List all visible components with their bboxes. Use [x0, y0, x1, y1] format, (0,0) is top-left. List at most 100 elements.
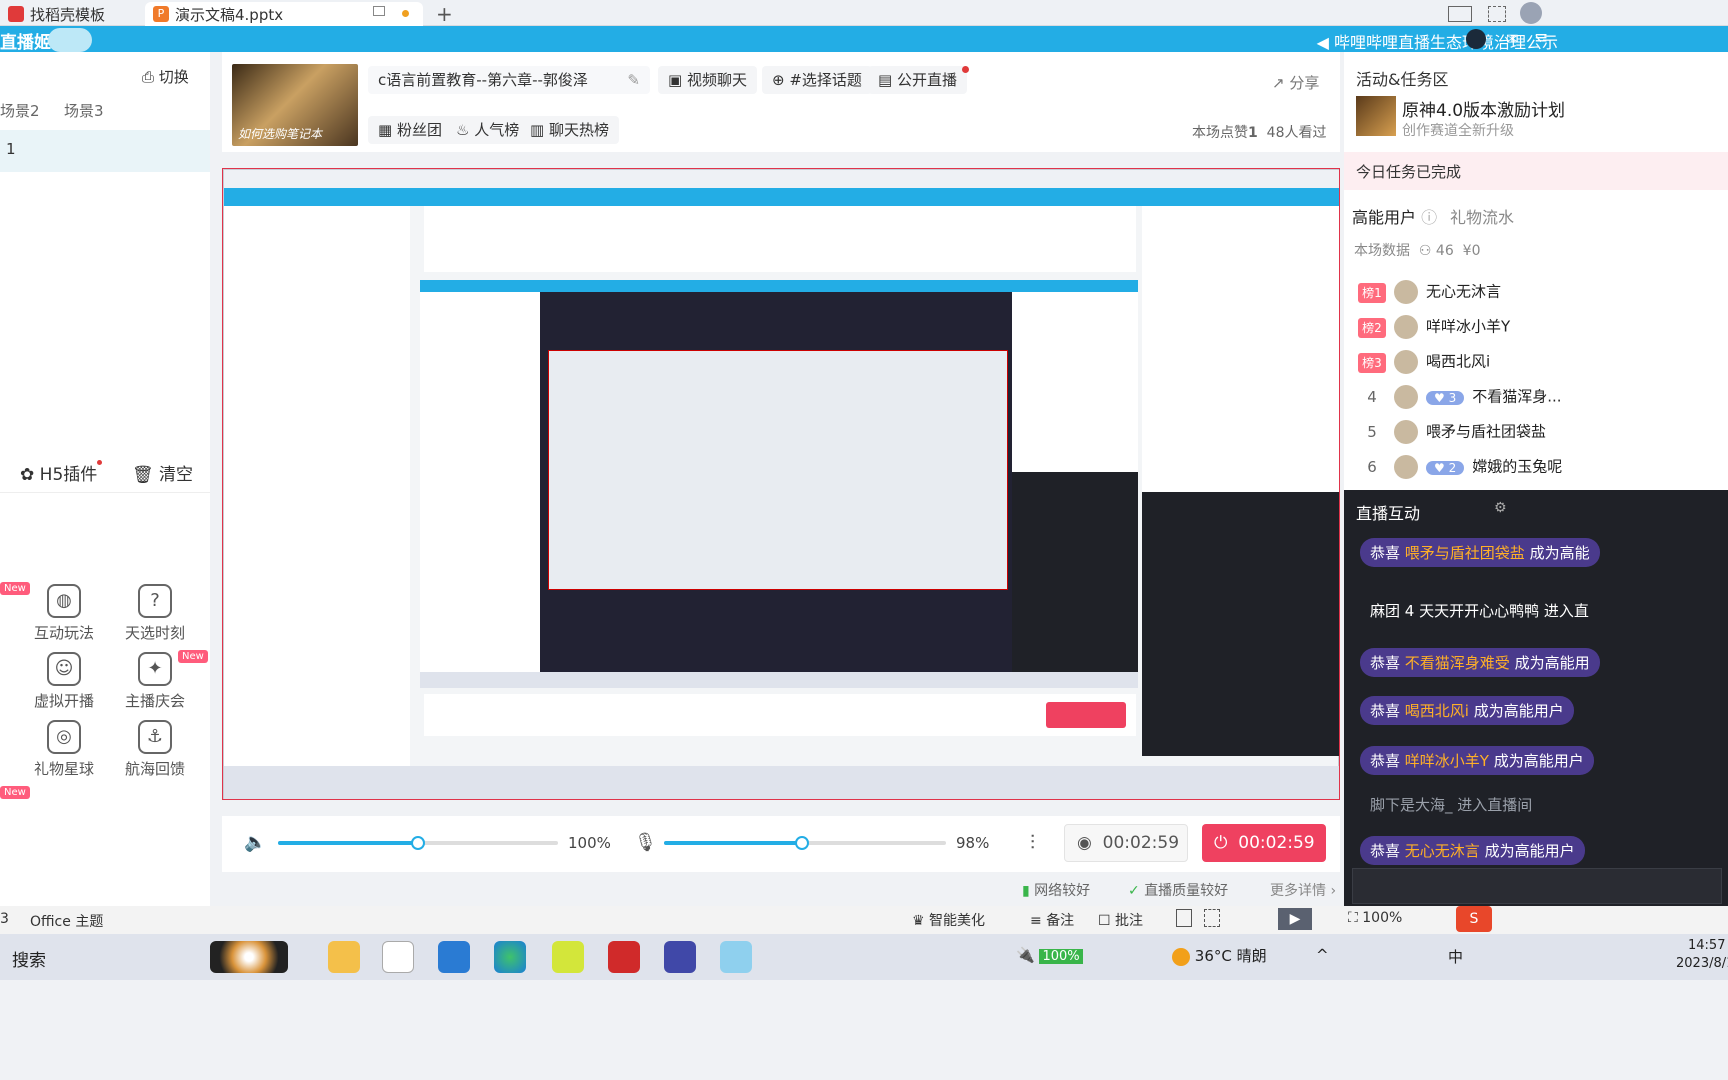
- file-explorer-icon[interactable]: [328, 941, 360, 973]
- preview-taskbar: [224, 766, 1339, 799]
- search-banner-icon[interactable]: [210, 941, 288, 973]
- tool-lucky-draw[interactable]: ? 天选时刻: [115, 584, 195, 643]
- weather[interactable]: 36°C 晴朗: [1172, 945, 1267, 966]
- promo-title[interactable]: 原神4.0版本激励计划: [1402, 96, 1565, 121]
- clock-time[interactable]: 14:57: [1688, 938, 1725, 953]
- high-energy-user-row[interactable]: 6 ♥ 2 嫦娥的玉兔呢: [1358, 455, 1718, 485]
- taskbar-search[interactable]: 搜索: [12, 946, 46, 971]
- network-status: ▮ 网络较好: [1022, 880, 1090, 900]
- session-stats: 本场数据 ⚇ 46 ¥0: [1354, 240, 1480, 260]
- mail-app-icon[interactable]: [438, 941, 470, 973]
- slide-number: 3: [0, 911, 9, 927]
- user-avatar: [1394, 350, 1418, 374]
- popularity-button[interactable]: ♨ 人气榜: [446, 116, 530, 144]
- public-live-button[interactable]: ▤ 公开直播: [868, 66, 969, 94]
- chat-input[interactable]: [1352, 868, 1722, 904]
- fan-level-badge: ♥ 2: [1426, 460, 1465, 475]
- mic-volume-slider[interactable]: [664, 836, 946, 850]
- window-layout-icon[interactable]: [1448, 6, 1472, 22]
- check-icon: ✓: [1128, 883, 1140, 899]
- stop-live-button[interactable]: ⏻ 00:02:59: [1202, 824, 1326, 862]
- comments-button[interactable]: ☐ 批注: [1098, 910, 1143, 930]
- sogou-ime-icon[interactable]: S: [1456, 906, 1492, 932]
- store-icon[interactable]: [382, 941, 414, 973]
- display-source-item[interactable]: 1: [0, 130, 210, 172]
- video-chat-button[interactable]: ▣ 视频聊天: [658, 66, 757, 94]
- speaker-icon[interactable]: 🔈: [244, 832, 266, 853]
- topic-button[interactable]: ⊕ #选择话题: [762, 66, 872, 94]
- notice-link[interactable]: ◀ 哔哩哔哩直播生态环境治理公示: [1317, 29, 1558, 53]
- share-button[interactable]: ↗ 分享: [1272, 72, 1319, 93]
- preview-frame-1: [223, 169, 1339, 799]
- live-preview[interactable]: [222, 168, 1340, 800]
- avatar[interactable]: [1520, 2, 1542, 24]
- tool-gift-planet[interactable]: ◎ 礼物星球: [24, 720, 104, 779]
- grid-icon[interactable]: [1488, 6, 1506, 22]
- mic-icon[interactable]: 🎙: [634, 832, 657, 853]
- high-energy-user-row[interactable]: 榜1 无心无沐言: [1358, 280, 1718, 310]
- clock-date[interactable]: 2023/8/17: [1676, 956, 1728, 971]
- task-status[interactable]: 今日任务已完成: [1344, 152, 1728, 190]
- beautify-button[interactable]: ♛ 智能美化: [912, 910, 985, 930]
- new-tab-icon[interactable]: +: [436, 2, 453, 26]
- rank-badge: 4: [1367, 387, 1377, 406]
- high-energy-user-row[interactable]: 4 ♥ 3 不看猫浑身...: [1358, 385, 1718, 415]
- more-details-link[interactable]: 更多详情 ›: [1270, 880, 1336, 900]
- normal-view-icon[interactable]: [1176, 909, 1192, 927]
- zoom-level[interactable]: ⛶ 100%: [1348, 910, 1402, 926]
- h5-plugin-button[interactable]: ✿ H5插件: [20, 460, 103, 485]
- clear-button[interactable]: 🗑 清空: [132, 460, 193, 485]
- high-energy-user-row[interactable]: 5 喂矛与盾社团袋盐: [1358, 420, 1718, 450]
- chat-rank-button[interactable]: ▥ 聊天热榜: [520, 116, 619, 144]
- browser-tab-strip: 找稻壳模板 P 演示文稿4.pptx +: [0, 0, 1728, 26]
- users-icon: ⚇: [1418, 243, 1432, 259]
- likes-value: 1: [1248, 125, 1258, 141]
- tool-streamer-party[interactable]: ✦ 主播庆会: [115, 652, 195, 711]
- tool-voyage-reward[interactable]: ⚓ 航海回馈: [115, 720, 195, 779]
- plugin-label: H5插件: [39, 465, 98, 485]
- scene-tab-3[interactable]: 场景3: [64, 100, 104, 121]
- menu-icon[interactable]: ≡: [1534, 28, 1548, 48]
- wps-icon[interactable]: [608, 941, 640, 973]
- mixer-icon[interactable]: ⫶: [1030, 830, 1035, 854]
- ime-indicator[interactable]: 中: [1448, 946, 1463, 967]
- tab-template[interactable]: 找稻壳模板: [0, 2, 140, 26]
- room-title-input[interactable]: c语言前置教育--第六章--郭俊泽 ✎: [368, 66, 650, 94]
- live-app-icon[interactable]: [720, 941, 752, 973]
- edge-icon[interactable]: [494, 941, 526, 973]
- play-button[interactable]: ▶: [1278, 908, 1312, 930]
- tool-virtual-live[interactable]: ☺ 虚拟开播: [24, 652, 104, 711]
- anchor-icon: ⚓: [138, 720, 172, 754]
- tool-label: 虚拟开播: [33, 692, 94, 710]
- tray-chevron-icon[interactable]: ^: [1316, 946, 1329, 964]
- speaker-percent: 100%: [568, 834, 611, 852]
- tool-interactive-game[interactable]: ◍ 互动玩法: [24, 584, 104, 643]
- speaker-volume-slider[interactable]: [278, 836, 558, 850]
- message-user: 喂矛与盾社团袋盐: [1404, 544, 1530, 562]
- notes-button[interactable]: ≡ 备注: [1030, 910, 1074, 930]
- speaker-volume-knob[interactable]: [411, 836, 425, 850]
- sorter-view-icon[interactable]: [1204, 909, 1220, 927]
- app-brand: 直播姬: [0, 33, 51, 53]
- scene-tab-2[interactable]: 场景2: [0, 100, 40, 121]
- promo-thumbnail[interactable]: [1356, 96, 1396, 136]
- mic-volume-knob[interactable]: [795, 836, 810, 850]
- record-button[interactable]: ◉ 00:02:59: [1064, 824, 1188, 862]
- chat-settings-icon[interactable]: ⚙: [1494, 500, 1507, 516]
- mail-icon[interactable]: ✉: [1506, 30, 1519, 48]
- room-cover[interactable]: 如何选购笔记本: [232, 64, 358, 146]
- tab-gift-flow[interactable]: 礼物流水: [1450, 204, 1514, 228]
- high-energy-user-row[interactable]: 榜3 喝西北风i: [1358, 350, 1718, 380]
- dev-tool-icon[interactable]: [664, 941, 696, 973]
- fans-button[interactable]: ▦ 粉丝团: [368, 116, 452, 144]
- music-app-icon[interactable]: [552, 941, 584, 973]
- red-dot-icon: [961, 66, 969, 73]
- switch-button[interactable]: ⎙ 切换: [142, 66, 189, 87]
- clear-label: 清空: [159, 465, 193, 485]
- high-energy-user-row[interactable]: 榜2 咩咩冰小羊Y: [1358, 315, 1718, 345]
- user-avatar[interactable]: [1466, 29, 1486, 49]
- tab-presentation[interactable]: P 演示文稿4.pptx: [145, 2, 423, 26]
- share-label: 分享: [1289, 74, 1320, 92]
- tab-high-energy-users[interactable]: 高能用户 ⓘ: [1352, 204, 1437, 228]
- party-icon: ✦: [138, 652, 172, 686]
